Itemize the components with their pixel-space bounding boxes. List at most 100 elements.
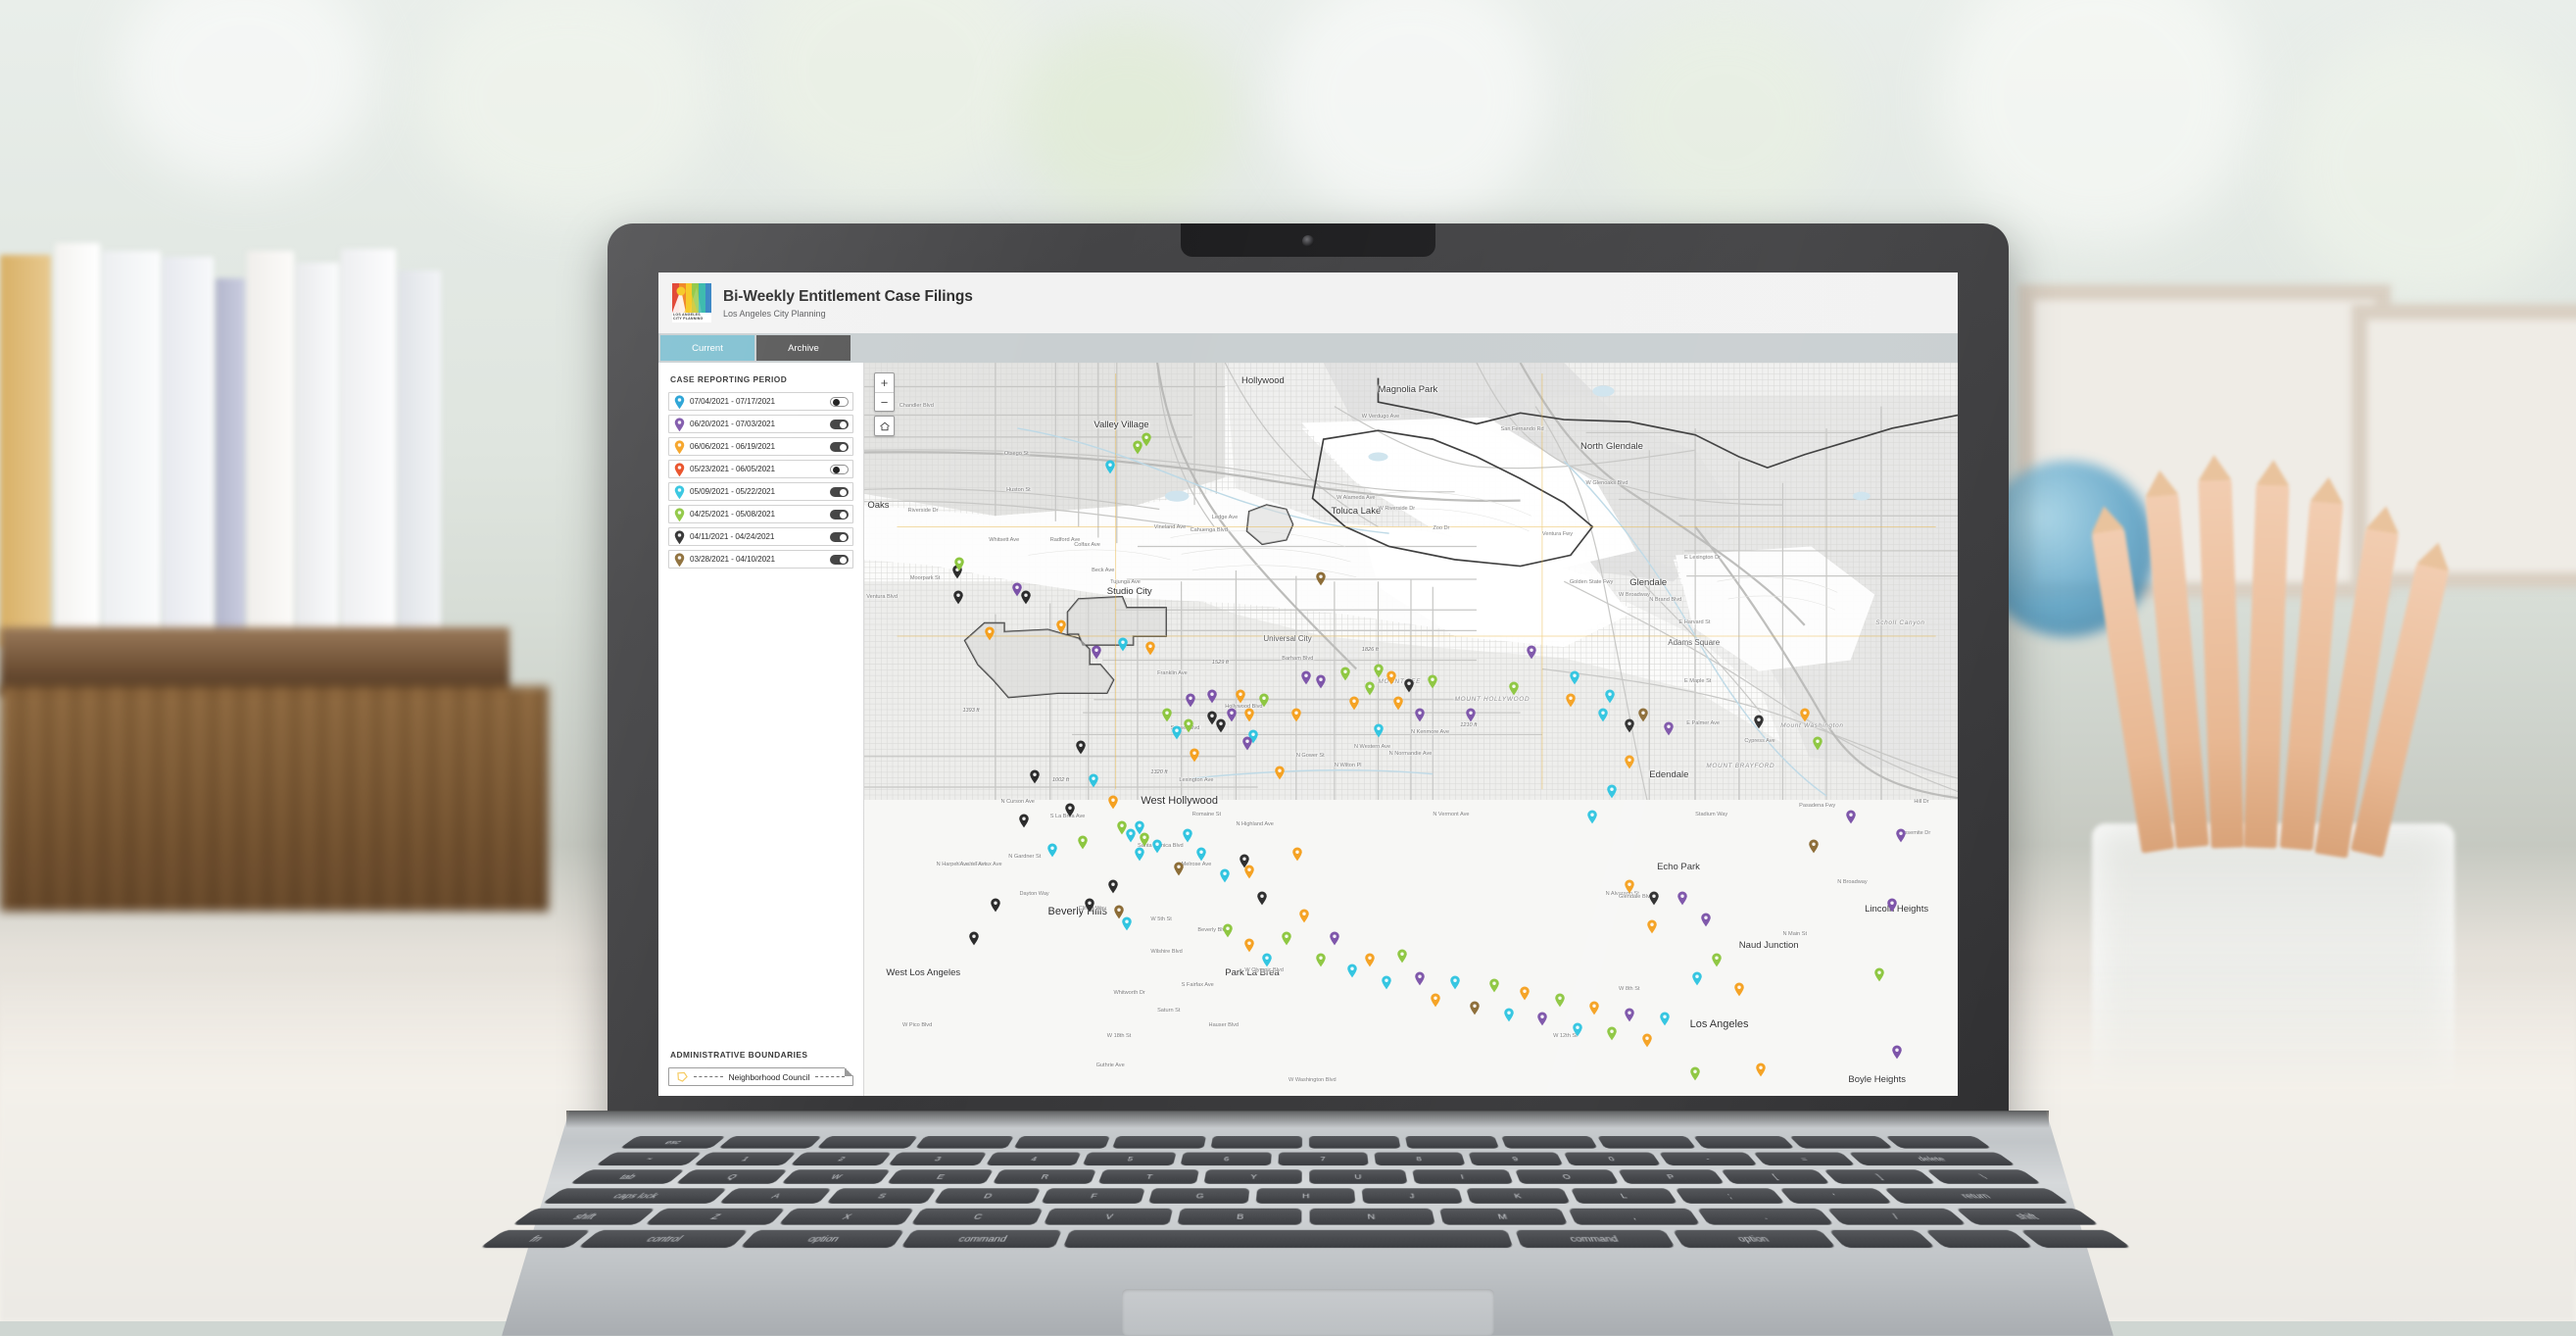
- key[interactable]: [1063, 1230, 1514, 1248]
- map-case-pin[interactable]: [1185, 693, 1195, 708]
- map-case-pin[interactable]: [1152, 839, 1163, 854]
- tab-archive[interactable]: Archive: [756, 335, 851, 361]
- map-case-pin[interactable]: [1259, 693, 1270, 708]
- map-case-pin[interactable]: [1243, 938, 1254, 953]
- key[interactable]: ~: [596, 1153, 703, 1166]
- key[interactable]: K: [1467, 1188, 1571, 1204]
- key[interactable]: delete: [1848, 1153, 2016, 1166]
- map-case-pin[interactable]: [1373, 664, 1384, 678]
- key[interactable]: ,: [1568, 1209, 1701, 1225]
- map-case-pin[interactable]: [1397, 949, 1408, 964]
- map-case-pin[interactable]: [1526, 645, 1536, 660]
- map-case-pin[interactable]: [1105, 460, 1116, 474]
- zoom-in-button[interactable]: +: [875, 373, 894, 392]
- key[interactable]: shift: [511, 1209, 656, 1225]
- map-case-pin[interactable]: [1118, 637, 1129, 652]
- map-case-pin[interactable]: [1145, 641, 1156, 656]
- key[interactable]: control: [578, 1230, 749, 1248]
- map-case-pin[interactable]: [1290, 708, 1301, 722]
- map-case-pin[interactable]: [1403, 678, 1414, 693]
- key[interactable]: L: [1571, 1188, 1677, 1204]
- key[interactable]: 6: [1181, 1153, 1272, 1166]
- map-case-pin[interactable]: [1756, 1063, 1767, 1077]
- key[interactable]: [1405, 1136, 1499, 1149]
- period-toggle[interactable]: [830, 510, 849, 520]
- period-toggle[interactable]: [830, 487, 849, 497]
- map-case-pin[interactable]: [1382, 975, 1392, 990]
- key[interactable]: O: [1516, 1169, 1620, 1184]
- key[interactable]: =: [1754, 1153, 1856, 1166]
- map-case-pin[interactable]: [1565, 693, 1576, 708]
- map-case-pin[interactable]: [1222, 923, 1233, 938]
- period-toggle[interactable]: [830, 397, 849, 407]
- map-case-pin[interactable]: [1813, 736, 1823, 751]
- key[interactable]: [816, 1136, 918, 1149]
- map-case-pin[interactable]: [1392, 696, 1403, 711]
- map-case-pin[interactable]: [990, 898, 1000, 913]
- key[interactable]: P: [1618, 1169, 1725, 1184]
- period-row[interactable]: 05/23/2021 - 06/05/2021: [668, 460, 853, 478]
- map-case-pin[interactable]: [1141, 432, 1151, 447]
- period-toggle[interactable]: [830, 442, 849, 452]
- map-case-pin[interactable]: [1648, 891, 1659, 906]
- key[interactable]: 4: [986, 1153, 1082, 1166]
- key[interactable]: 9: [1469, 1153, 1564, 1166]
- map-case-pin[interactable]: [1364, 681, 1375, 696]
- map-case-pin[interactable]: [1466, 708, 1477, 722]
- key[interactable]: D: [934, 1188, 1041, 1204]
- key[interactable]: X: [778, 1209, 914, 1225]
- map-case-pin[interactable]: [1895, 828, 1906, 843]
- key[interactable]: Y: [1204, 1169, 1302, 1184]
- map-case-pin[interactable]: [1605, 689, 1616, 704]
- period-row[interactable]: 06/06/2021 - 06/19/2021: [668, 437, 853, 456]
- key[interactable]: R: [993, 1169, 1096, 1184]
- key[interactable]: M: [1439, 1209, 1569, 1225]
- key[interactable]: V: [1044, 1209, 1173, 1225]
- period-row[interactable]: 07/04/2021 - 07/17/2021: [668, 392, 853, 411]
- map-case-pin[interactable]: [1190, 748, 1200, 763]
- map-case-pin[interactable]: [1414, 971, 1425, 986]
- map-case-pin[interactable]: [1873, 967, 1884, 982]
- map-case-pin[interactable]: [1428, 674, 1438, 689]
- key[interactable]: 1: [693, 1153, 797, 1166]
- period-row[interactable]: 04/25/2021 - 05/08/2021: [668, 505, 853, 523]
- map-case-pin[interactable]: [1064, 803, 1075, 817]
- key[interactable]: esc: [619, 1136, 726, 1149]
- trackpad[interactable]: [1122, 1289, 1494, 1336]
- key[interactable]: ': [1779, 1188, 1893, 1204]
- map-case-pin[interactable]: [1690, 1066, 1701, 1081]
- map-case-pin[interactable]: [1799, 708, 1810, 722]
- map-case-pin[interactable]: [1184, 718, 1194, 733]
- key[interactable]: F: [1042, 1188, 1145, 1204]
- map-case-pin[interactable]: [1030, 769, 1041, 784]
- key[interactable]: 3: [888, 1153, 987, 1166]
- key[interactable]: 2: [791, 1153, 892, 1166]
- map-case-pin[interactable]: [1733, 982, 1744, 997]
- map-case-pin[interactable]: [1055, 619, 1066, 634]
- map-case-pin[interactable]: [1243, 865, 1254, 879]
- map-case-pin[interactable]: [1625, 755, 1635, 769]
- map-case-pin[interactable]: [1887, 898, 1898, 913]
- map-case-pin[interactable]: [1220, 868, 1231, 883]
- key[interactable]: Z: [645, 1209, 785, 1225]
- key[interactable]: Q: [675, 1169, 788, 1184]
- map-case-pin[interactable]: [1046, 843, 1057, 858]
- period-row[interactable]: 03/28/2021 - 04/10/2021: [668, 550, 853, 569]
- map-case-pin[interactable]: [1449, 975, 1460, 990]
- map-case-pin[interactable]: [1121, 916, 1132, 931]
- key[interactable]: -: [1659, 1153, 1759, 1166]
- map-case-pin[interactable]: [1692, 971, 1703, 986]
- key[interactable]: 0: [1564, 1153, 1661, 1166]
- map-case-pin[interactable]: [1108, 795, 1119, 810]
- map-case-pin[interactable]: [1174, 862, 1185, 876]
- key[interactable]: H: [1256, 1188, 1356, 1204]
- key[interactable]: 8: [1374, 1153, 1466, 1166]
- key[interactable]: W: [781, 1169, 891, 1184]
- map-case-pin[interactable]: [985, 626, 996, 641]
- map-case-pin[interactable]: [1642, 1033, 1653, 1048]
- map-case-pin[interactable]: [968, 931, 979, 946]
- map-case-pin[interactable]: [1625, 718, 1635, 733]
- key[interactable]: C: [911, 1209, 1045, 1225]
- key[interactable]: shift: [1956, 1209, 2100, 1225]
- key[interactable]: [1693, 1136, 1795, 1149]
